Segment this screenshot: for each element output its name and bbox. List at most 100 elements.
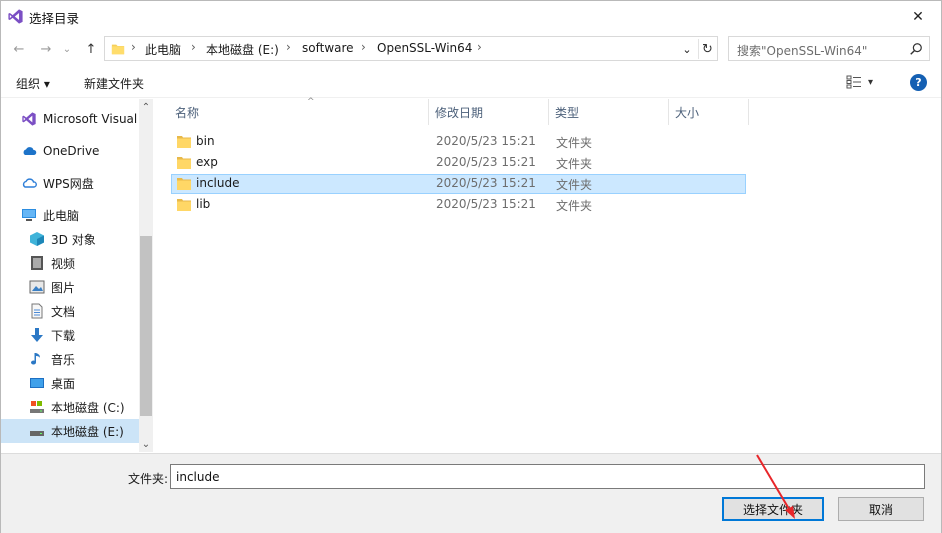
sidebar-item-label: 桌面 [51,376,76,391]
folder-icon [177,157,191,169]
breadcrumb-software[interactable]: software [302,41,354,55]
sort-ascending-icon: ^ [307,97,315,107]
close-button[interactable]: ✕ [895,1,941,32]
scroll-down-button[interactable]: ⌄ [139,436,153,452]
sidebar-item-pictures[interactable]: 图片 [1,275,139,299]
forward-button[interactable]: → [36,38,56,60]
sidebar-item-label: 此电脑 [43,208,80,223]
desktop-icon [30,378,44,388]
breadcrumb-separator: › [477,40,482,54]
column-header-type[interactable]: 类型 [549,99,669,125]
drive-c-icon [30,401,44,413]
navigation-bar: ← → ⌄ ↑ › 此电脑 › 本地磁盘 (E:) › software › O… [1,34,941,64]
breadcrumb-openssl[interactable]: OpenSSL-Win64 [377,41,472,55]
breadcrumb-separator: › [361,40,366,54]
details-view-icon [846,75,861,89]
file-modified: 2020/5/23 15:21 [436,197,536,211]
file-name: include [196,176,240,190]
sidebar-item-videos[interactable]: 视频 [1,251,139,275]
column-header-name[interactable]: 名称 ^ [169,97,429,125]
new-folder-button[interactable]: 新建文件夹 [84,75,144,92]
sidebar-item-wps-cloud[interactable]: WPS网盘 [1,171,139,195]
recent-locations-button[interactable]: ⌄ [60,38,74,60]
sidebar-item-desktop[interactable]: 桌面 [1,371,139,395]
column-header-label: 大小 [675,105,700,120]
file-name: lib [196,197,211,211]
refresh-button[interactable]: ↻ [698,39,716,59]
column-header-label: 名称 [175,105,200,120]
search-icon [910,43,922,55]
sidebar-item-label: Microsoft Visual [43,112,138,126]
file-list: 名称 ^ 修改日期 类型 大小 bin 2020/5/23 15:21 文件夹 … [157,97,941,452]
folder-label: 文件夹: [128,472,169,486]
file-type: 文件夹 [556,136,593,150]
file-row-include[interactable]: include 2020/5/23 15:21 文件夹 [171,174,746,194]
sidebar-item-downloads[interactable]: 下载 [1,323,139,347]
sidebar-item-microsoft-visual[interactable]: Microsoft Visual [1,107,139,131]
breadcrumb-this-pc[interactable]: 此电脑 [145,41,181,58]
breadcrumb-drive-e[interactable]: 本地磁盘 (E:) [206,41,279,58]
folder-icon [177,178,191,190]
sidebar-item-label: 3D 对象 [51,232,96,247]
sidebar-item-this-pc[interactable]: 此电脑 [1,203,139,227]
drive-e-icon [30,431,44,436]
column-header-size[interactable]: 大小 [669,99,749,125]
sidebar-scrollbar[interactable]: ⌃ ⌄ [139,99,153,452]
select-folder-dialog: 选择目录 ✕ ← → ⌄ ↑ › 此电脑 › 本地磁盘 (E:) › softw… [0,0,942,533]
search-placeholder: 搜索"OpenSSL-Win64" [737,44,868,58]
folder-icon [177,199,191,211]
file-type: 文件夹 [556,199,593,213]
scroll-up-button[interactable]: ⌃ [139,99,153,115]
sidebar-item-music[interactable]: 音乐 [1,347,139,371]
cancel-button[interactable]: 取消 [838,497,924,521]
file-modified: 2020/5/23 15:21 [436,176,536,190]
sidebar-item-documents[interactable]: 文档 [1,299,139,323]
videos-icon [31,256,43,270]
address-history-button[interactable]: ⌄ [679,40,695,58]
sidebar-item-onedrive[interactable]: OneDrive [1,139,139,163]
chevron-down-icon: ⌄ [141,438,151,450]
folder-icon [177,136,191,148]
search-box[interactable]: 搜索"OpenSSL-Win64" [728,36,930,61]
onedrive-icon [23,147,37,155]
sidebar-item-drive-c[interactable]: 本地磁盘 (C:) [1,395,139,419]
window-title: 选择目录 [29,11,80,26]
up-button[interactable]: ↑ [81,38,101,60]
folder-name-input[interactable] [170,464,925,489]
select-folder-button-label: 选择文件夹 [742,502,803,517]
help-button[interactable]: ? [910,74,927,91]
back-button[interactable]: ← [9,38,29,60]
back-arrow-icon: ← [13,41,25,57]
file-name: bin [196,134,215,148]
help-icon: ? [915,76,922,89]
file-row-bin[interactable]: bin 2020/5/23 15:21 文件夹 [171,132,746,152]
sidebar-item-label: 本地磁盘 (C:) [51,400,125,415]
pictures-icon [29,280,45,294]
command-toolbar: 组织 ▾ 新建文件夹 ▾ ? [1,66,941,98]
sidebar-item-label: 视频 [51,256,76,271]
chevron-down-icon: ▾ [868,76,874,88]
music-icon [31,353,40,365]
sidebar-item-label: 下载 [51,328,76,343]
breadcrumb-separator: › [191,40,196,54]
cancel-button-label: 取消 [868,502,893,517]
column-header-modified[interactable]: 修改日期 [429,99,549,125]
select-folder-button[interactable]: 选择文件夹 [722,497,824,521]
sidebar-item-label: OneDrive [43,144,100,158]
file-row-lib[interactable]: lib 2020/5/23 15:21 文件夹 [171,195,746,215]
change-view-button[interactable]: ▾ [846,73,886,91]
file-row-exp[interactable]: exp 2020/5/23 15:21 文件夹 [171,153,746,173]
organize-menu[interactable]: 组织 ▾ [16,75,50,92]
wps-cloud-icon [22,178,37,188]
file-modified: 2020/5/23 15:21 [436,134,536,148]
address-bar[interactable]: › 此电脑 › 本地磁盘 (E:) › software › OpenSSL-W… [104,36,718,61]
chevron-up-icon: ⌃ [141,101,151,113]
refresh-icon: ↻ [702,41,713,57]
chevron-down-icon: ⌄ [682,42,692,56]
sidebar-item-drive-e[interactable]: 本地磁盘 (E:) [1,419,139,443]
up-arrow-icon: ↑ [85,41,97,57]
downloads-icon [31,328,43,342]
sidebar-item-3d-objects[interactable]: 3D 对象 [1,227,139,251]
visual-studio-icon [8,9,23,24]
scroll-thumb[interactable] [140,236,152,416]
